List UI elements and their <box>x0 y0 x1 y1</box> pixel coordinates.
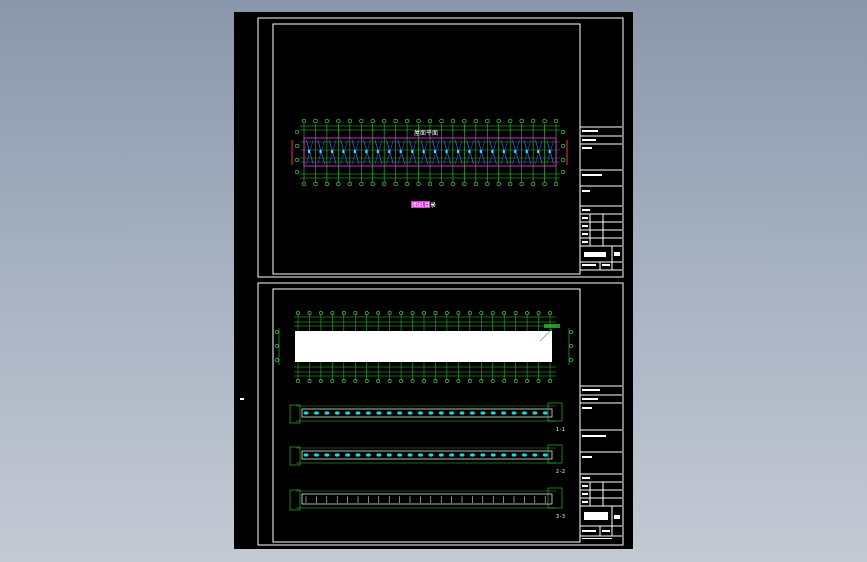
cad-viewport[interactable]: 屋面平面 图纸目录 1-1 2-2 3-3 <box>0 0 867 562</box>
section-views: 1-1 2-2 3-3 <box>289 402 565 520</box>
top-title-block <box>579 24 622 274</box>
section-label: 3-3 <box>556 514 565 520</box>
plan-title: 屋面平面 <box>414 130 438 137</box>
roof-plan-drawing: 屋面平面 <box>291 118 568 187</box>
bottom-title-block <box>579 289 622 542</box>
framing-plan <box>275 311 573 383</box>
bottom-sheet: 1-1 2-2 3-3 <box>257 282 624 546</box>
section-label: 2-2 <box>556 469 565 475</box>
slab-region <box>295 331 552 362</box>
top-sheet-outer-border <box>257 17 624 278</box>
cad-drawing-canvas: 屋面平面 图纸目录 1-12-23-3 <box>240 17 624 546</box>
top-sheet-inner-frame <box>272 23 581 275</box>
top-sheet: 屋面平面 图纸目录 <box>257 17 624 278</box>
sheet-marker <box>240 398 244 400</box>
section-label: 1-1 <box>556 427 565 433</box>
